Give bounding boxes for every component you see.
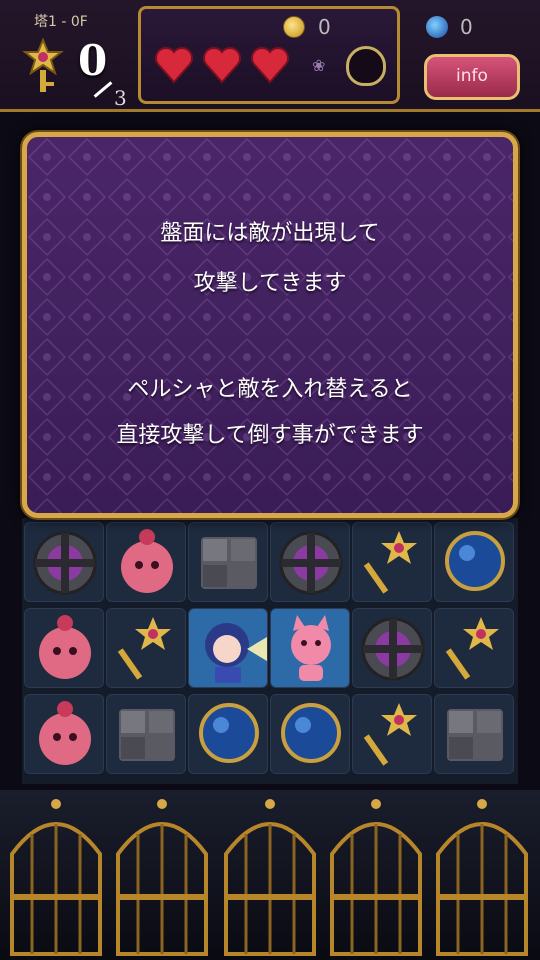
dialog-text-line: 盤面には敵が出現して bbox=[160, 221, 380, 246]
coin-count: 0 bbox=[318, 15, 331, 39]
cage-icon bbox=[330, 799, 422, 956]
pink-creature-tile[interactable] bbox=[106, 522, 186, 602]
floor-label: 塔1 - 0F bbox=[34, 14, 88, 30]
stone-block-icon bbox=[119, 709, 175, 761]
blue-orb-tile[interactable] bbox=[270, 694, 350, 774]
dialog-text-line: 直接攻撃して倒す事ができます bbox=[116, 423, 424, 448]
gold-key-icon bbox=[363, 703, 417, 766]
heart-icon bbox=[251, 47, 289, 84]
persha-hero-tile[interactable] bbox=[188, 608, 268, 688]
keys-collected: 0 bbox=[78, 36, 108, 85]
gold-key-tile[interactable] bbox=[352, 522, 432, 602]
persha-hero-icon bbox=[205, 623, 267, 683]
cage-row bbox=[0, 790, 540, 960]
pink-cat-enemy-tile[interactable] bbox=[270, 608, 350, 688]
blue-orb-tile[interactable] bbox=[434, 522, 514, 602]
blue-orb-icon bbox=[199, 703, 259, 763]
pink-cat-enemy-icon bbox=[291, 615, 331, 681]
gold-key-icon bbox=[445, 617, 499, 680]
gem-count: 0 bbox=[460, 15, 473, 39]
gem-icon bbox=[426, 16, 448, 38]
pink-creature-tile[interactable] bbox=[24, 608, 104, 688]
stone-block-tile[interactable] bbox=[106, 694, 186, 774]
gold-key-tile[interactable] bbox=[352, 694, 432, 774]
key-goal-icon bbox=[22, 37, 64, 92]
shield-icon bbox=[33, 531, 97, 595]
dialog-pattern bbox=[27, 137, 513, 513]
top-hud: 塔1 - 0F 0 3 0 0 ❀ info bbox=[0, 0, 540, 112]
shield-tile[interactable] bbox=[270, 522, 350, 602]
shield-icon bbox=[279, 531, 343, 595]
blue-orb-tile[interactable] bbox=[188, 694, 268, 774]
gold-key-tile[interactable] bbox=[434, 608, 514, 688]
info-button[interactable]: info bbox=[424, 54, 520, 100]
pink-creature-icon bbox=[39, 615, 91, 679]
shield-icon bbox=[361, 617, 425, 681]
keys-total: 3 bbox=[114, 86, 127, 110]
paw-icon: ❀ bbox=[312, 56, 326, 75]
pink-creature-icon bbox=[39, 701, 91, 765]
shield-tile[interactable] bbox=[352, 608, 432, 688]
blue-orb-icon bbox=[281, 703, 341, 763]
stone-block-tile[interactable] bbox=[434, 694, 514, 774]
bag-icon[interactable] bbox=[346, 46, 386, 86]
cage-icon bbox=[116, 799, 208, 956]
shield-tile[interactable] bbox=[24, 522, 104, 602]
stone-block-tile[interactable] bbox=[188, 522, 268, 602]
stone-block-icon bbox=[447, 709, 503, 761]
stone-block-icon bbox=[201, 537, 257, 589]
pink-creature-tile[interactable] bbox=[24, 694, 104, 774]
dialog-text-line: ペルシャと敵を入れ替えると bbox=[127, 377, 413, 402]
heart-icon bbox=[203, 47, 241, 84]
cage-icon bbox=[224, 799, 316, 956]
tutorial-dialog[interactable]: 盤面には敵が出現して 攻撃してきます ペルシャと敵を入れ替えると 直接攻撃して倒… bbox=[22, 132, 518, 518]
gold-key-tile[interactable] bbox=[106, 608, 186, 688]
gold-key-icon bbox=[363, 531, 417, 594]
pink-creature-icon bbox=[121, 529, 173, 593]
gold-key-icon bbox=[117, 617, 171, 680]
cage-icon bbox=[10, 799, 102, 956]
blue-orb-icon bbox=[445, 531, 505, 591]
puzzle-board bbox=[22, 518, 518, 784]
dialog-text-line: 攻撃してきます bbox=[193, 271, 347, 296]
heart-icon bbox=[155, 47, 193, 84]
cage-icon bbox=[436, 799, 528, 956]
coin-icon bbox=[283, 16, 305, 38]
